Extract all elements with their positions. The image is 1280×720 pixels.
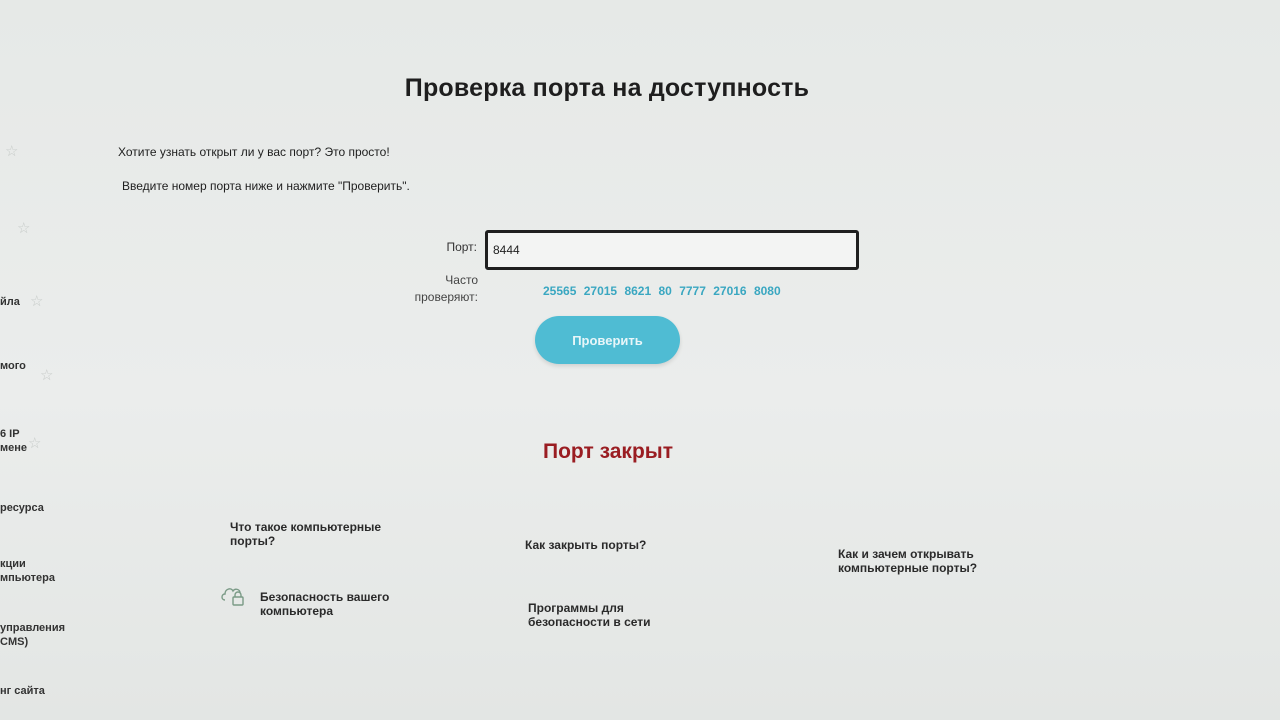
port-link[interactable]: 7777: [679, 284, 706, 298]
link-what-are-ports[interactable]: Что такое компьютерные порты?: [230, 520, 381, 548]
port-link[interactable]: 8080: [754, 284, 781, 298]
sidebar-item[interactable]: мене: [0, 441, 27, 455]
check-button[interactable]: Проверить: [535, 316, 680, 364]
star-icon[interactable]: ☆: [17, 219, 30, 237]
port-link[interactable]: 27015: [584, 284, 617, 298]
sidebar-item[interactable]: кции: [0, 557, 26, 571]
sidebar: ☆ ☆ йла ☆ мого ☆ 6 IP мене ☆ ресурса кци…: [0, 0, 65, 720]
cloud-lock-icon: [221, 588, 244, 606]
link-computer-security[interactable]: Безопасность вашего компьютера: [260, 590, 389, 618]
link-how-close-ports[interactable]: Как закрыть порты?: [525, 538, 646, 552]
sidebar-item[interactable]: 6 IP: [0, 427, 20, 441]
sidebar-item[interactable]: CMS): [0, 635, 28, 649]
often-checked-label: Часто проверяют:: [414, 273, 478, 304]
port-label: Порт:: [446, 240, 477, 254]
star-icon[interactable]: ☆: [30, 292, 43, 310]
intro-instruction: Введите номер порта ниже и нажмите "Пров…: [122, 179, 410, 193]
link-security-programs[interactable]: Программы для безопасности в сети: [528, 601, 651, 629]
often-checked-ports: 25565 27015 8621 80 7777 27016 8080: [543, 284, 785, 298]
page-title: Проверка порта на доступность: [404, 74, 810, 102]
sidebar-item[interactable]: управления: [0, 621, 65, 635]
port-status-result: Порт закрыт: [543, 440, 673, 463]
star-icon[interactable]: ☆: [40, 366, 53, 384]
star-icon[interactable]: ☆: [28, 434, 41, 452]
page: ☆ ☆ йла ☆ мого ☆ 6 IP мене ☆ ресурса кци…: [0, 0, 1280, 720]
port-link[interactable]: 25565: [543, 284, 576, 298]
port-link[interactable]: 8621: [624, 284, 651, 298]
sidebar-item[interactable]: йла: [0, 295, 20, 309]
sidebar-item[interactable]: мпьютера: [0, 571, 55, 585]
star-icon[interactable]: ☆: [5, 142, 18, 160]
sidebar-item[interactable]: нг сайта: [0, 684, 45, 698]
port-input[interactable]: [485, 230, 859, 270]
port-link[interactable]: 27016: [713, 284, 746, 298]
sidebar-item[interactable]: мого: [0, 359, 26, 373]
sidebar-item[interactable]: ресурса: [0, 501, 44, 515]
link-how-open-ports[interactable]: Как и зачем открывать компьютерные порты…: [838, 547, 977, 575]
intro-text: Хотите узнать открыт ли у вас порт? Это …: [118, 145, 390, 159]
port-link[interactable]: 80: [658, 284, 671, 298]
